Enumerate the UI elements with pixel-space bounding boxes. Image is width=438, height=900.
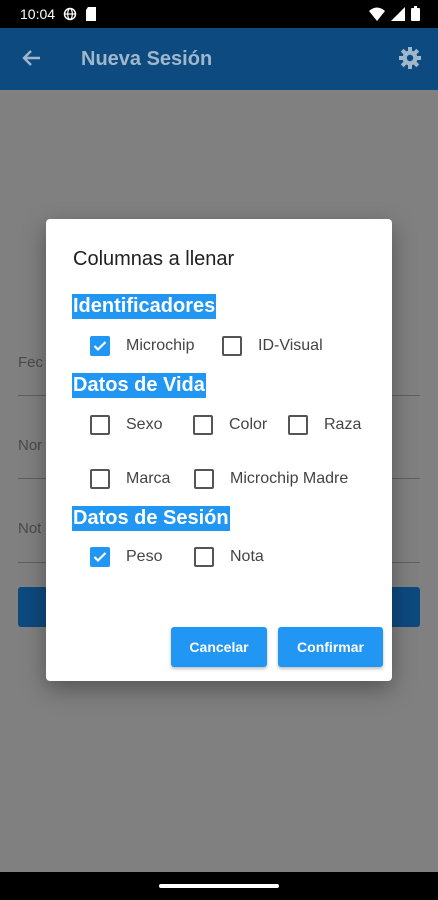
checkbox-label: ID-Visual	[258, 337, 323, 354]
sd-card-icon	[85, 7, 97, 21]
columns-dialog: Columnas a llenar Identificadores Microc…	[46, 219, 392, 681]
checkbox-label: Microchip Madre	[230, 470, 349, 487]
battery-icon	[411, 6, 420, 24]
checkbox-label: Peso	[126, 548, 163, 565]
section-title-datos-de-vida: Datos de Vida	[72, 373, 206, 398]
confirm-button[interactable]: Confirmar	[278, 627, 383, 667]
checkbox-microchip-madre[interactable]: Microchip Madre	[194, 469, 348, 489]
checkbox-label: Raza	[324, 416, 362, 433]
checkbox-nota[interactable]: Nota	[194, 547, 264, 567]
vpn-globe-icon	[63, 7, 77, 21]
checkbox-empty-icon[interactable]	[90, 415, 110, 435]
checkbox-raza[interactable]: Raza	[288, 415, 361, 435]
checkbox-empty-icon[interactable]	[288, 415, 308, 435]
checkbox-empty-icon[interactable]	[90, 469, 110, 489]
bg-field-label: Nor	[18, 437, 43, 454]
cancel-button[interactable]: Cancelar	[171, 627, 267, 667]
checkbox-microchip[interactable]: Microchip	[90, 336, 194, 356]
checkbox-label: Microchip	[126, 337, 195, 354]
checkbox-label: Sexo	[126, 416, 163, 433]
section-title-identificadores: Identificadores	[72, 294, 217, 319]
status-bar: 10:04	[0, 0, 438, 28]
arrow-left-icon[interactable]	[20, 47, 42, 74]
checkbox-id-visual[interactable]: ID-Visual	[222, 336, 323, 356]
checkbox-label: Marca	[126, 470, 171, 487]
gear-icon[interactable]	[398, 46, 422, 75]
checkbox-empty-icon[interactable]	[222, 336, 242, 356]
page-title: Nueva Sesión	[81, 48, 213, 70]
checkbox-checked-icon[interactable]	[90, 547, 110, 567]
checkbox-empty-icon[interactable]	[194, 547, 214, 567]
checkbox-color[interactable]: Color	[193, 415, 267, 435]
dialog-title: Columnas a llenar	[73, 248, 235, 270]
bg-field-label: Not	[18, 520, 42, 537]
checkbox-empty-icon[interactable]	[193, 415, 213, 435]
app-bar: Nueva Sesión	[0, 28, 438, 90]
signal-icon	[391, 6, 405, 24]
checkbox-label: Color	[229, 416, 268, 433]
status-time: 10:04	[20, 6, 56, 22]
wifi-icon	[369, 7, 385, 24]
checkbox-empty-icon[interactable]	[194, 469, 214, 489]
checkbox-label: Nota	[230, 548, 264, 565]
checkbox-checked-icon[interactable]	[90, 336, 110, 356]
checkbox-marca[interactable]: Marca	[90, 469, 170, 489]
bg-field-label: Fec	[18, 354, 44, 371]
checkbox-sexo[interactable]: Sexo	[90, 415, 162, 435]
home-gesture-handle[interactable]	[159, 884, 279, 888]
checkbox-peso[interactable]: Peso	[90, 547, 162, 567]
section-title-datos-de-sesion: Datos de Sesión	[72, 506, 230, 531]
